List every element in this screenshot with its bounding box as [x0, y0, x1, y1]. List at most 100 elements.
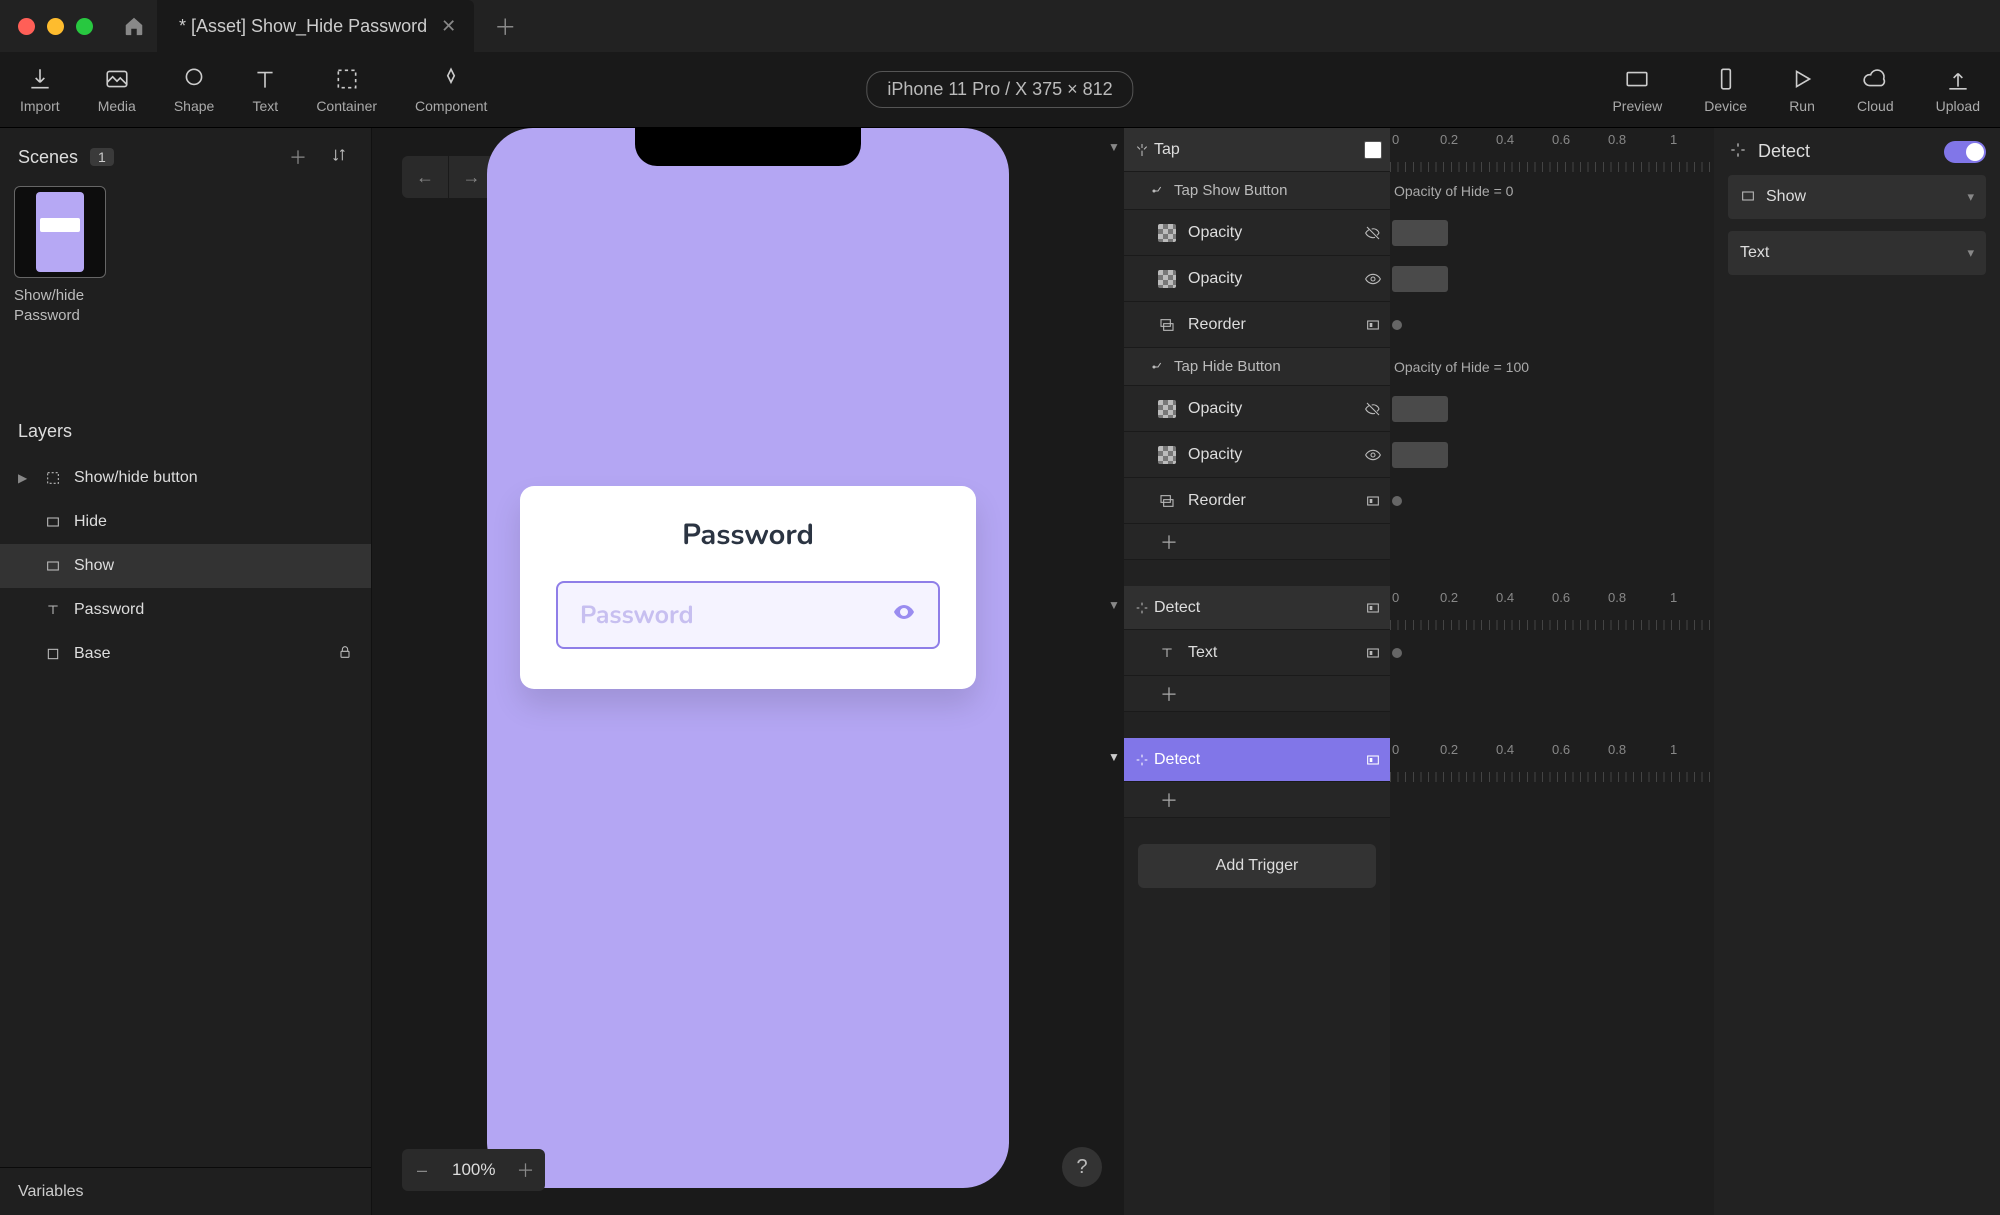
layer-row[interactable]: Hide [0, 500, 371, 544]
shape-button[interactable]: Shape [174, 66, 214, 114]
help-button[interactable]: ? [1062, 1147, 1102, 1187]
zoom-level: 100% [442, 1160, 505, 1180]
add-trigger-button[interactable]: Add Trigger [1138, 844, 1376, 888]
text-button[interactable]: Text [252, 66, 278, 114]
status-text: Opacity of Hide = 100 [1390, 348, 1714, 386]
layer-row[interactable]: Base [0, 632, 371, 676]
target-select[interactable]: Show ▾ [1728, 175, 1986, 219]
track-row[interactable]: Reorder [1124, 302, 1390, 348]
timeline-segment[interactable] [1390, 256, 1714, 302]
zoom-in-button[interactable]: ＋ [505, 1157, 545, 1183]
track-row[interactable]: Opacity [1124, 256, 1390, 302]
timeline-keyframe[interactable] [1390, 478, 1714, 524]
cloud-button[interactable]: Cloud [1857, 66, 1894, 114]
scene-thumb[interactable]: Show/hide Password [14, 186, 110, 325]
layer-target-icon[interactable] [1356, 752, 1390, 768]
variables-header[interactable]: Variables [0, 1167, 371, 1215]
device-button[interactable]: Device [1704, 66, 1747, 114]
detect-icon [1728, 140, 1748, 163]
eye-off-icon[interactable] [1356, 401, 1390, 417]
add-action-button[interactable]: ＋ [1124, 676, 1390, 712]
eye-icon[interactable] [1356, 447, 1390, 463]
color-swatch[interactable] [1364, 141, 1382, 159]
zoom-control: – 100% ＋ [402, 1149, 545, 1191]
layer-row[interactable]: Show [0, 544, 371, 588]
window-close[interactable] [18, 18, 35, 35]
media-button[interactable]: Media [98, 66, 136, 114]
timeline-segment[interactable] [1390, 432, 1714, 478]
track-row[interactable]: Opacity [1124, 432, 1390, 478]
home-button[interactable] [111, 15, 157, 37]
import-button[interactable]: Import [20, 66, 60, 114]
frame-icon [42, 467, 64, 489]
layer-target-icon[interactable] [1356, 600, 1390, 616]
eye-icon[interactable] [892, 600, 916, 630]
lock-icon[interactable] [337, 644, 353, 665]
opacity-icon [1158, 446, 1176, 464]
response-header[interactable]: Tap Hide Button [1124, 348, 1390, 386]
chevron-down-icon: ▾ [1967, 245, 1974, 261]
chevron-down-icon: ▾ [1967, 189, 1974, 205]
add-tab-button[interactable]: ＋ [474, 10, 536, 42]
timeline-keyframe[interactable] [1390, 630, 1714, 676]
enable-toggle[interactable] [1944, 141, 1986, 163]
canvas[interactable]: ← → Password Password [372, 128, 1124, 1215]
add-action-button[interactable]: ＋ [1124, 524, 1390, 560]
opacity-icon [1158, 270, 1176, 288]
track-row[interactable]: Opacity [1124, 386, 1390, 432]
status-text: Opacity of Hide = 0 [1390, 172, 1714, 210]
layer-target-icon[interactable] [1356, 317, 1390, 333]
track-row[interactable]: Reorder [1124, 478, 1390, 524]
password-input[interactable]: Password [556, 581, 940, 649]
device-frame: Password Password [487, 128, 1009, 1215]
track-row[interactable]: Opacity [1124, 210, 1390, 256]
scenes-count: 1 [90, 148, 114, 166]
device-selector[interactable]: iPhone 11 Pro / X 375 × 812 [866, 71, 1133, 108]
collapse-icon[interactable]: ▼ [1108, 598, 1120, 612]
layers-list: ▶ Show/hide button Hide Show Password [0, 456, 371, 1167]
upload-button[interactable]: Upload [1936, 66, 1980, 114]
reorder-icon [1156, 314, 1178, 336]
tap-icon [1130, 142, 1154, 158]
layer-row[interactable]: Password [0, 588, 371, 632]
window-maximize[interactable] [76, 18, 93, 35]
response-header[interactable]: Tap Show Button [1124, 172, 1390, 210]
container-button[interactable]: Container [316, 66, 377, 114]
timeline-segment[interactable] [1390, 386, 1714, 432]
password-card: Password Password [520, 486, 976, 689]
chevron-right-icon[interactable]: ▶ [18, 471, 32, 485]
document-tab[interactable]: * [Asset] Show_Hide Password ✕ [157, 0, 474, 52]
window-minimize[interactable] [47, 18, 64, 35]
layer-target-icon[interactable] [1356, 493, 1390, 509]
layer-row[interactable]: ▶ Show/hide button [0, 456, 371, 500]
close-icon[interactable]: ✕ [441, 16, 456, 37]
trigger-header-detect-selected[interactable]: Detect [1124, 738, 1390, 782]
timeline-keyframe[interactable] [1390, 302, 1714, 348]
trigger-header-tap[interactable]: Tap [1124, 128, 1390, 172]
property-select[interactable]: Text ▾ [1728, 231, 1986, 275]
scenes-header: Scenes 1 ＋ [0, 128, 371, 186]
trigger-header-detect[interactable]: Detect [1124, 586, 1390, 630]
eye-icon[interactable] [1356, 271, 1390, 287]
run-button[interactable]: Run [1789, 66, 1815, 114]
timeline-segment[interactable] [1390, 210, 1714, 256]
layer-target-icon[interactable] [1356, 645, 1390, 661]
card-title: Password [556, 516, 940, 555]
collapse-icon[interactable]: ▼ [1108, 750, 1120, 764]
zoom-out-button[interactable]: – [402, 1160, 442, 1181]
back-button[interactable]: ← [402, 156, 448, 198]
rect-icon [42, 555, 64, 577]
rect-icon [42, 511, 64, 533]
track-row[interactable]: Text [1124, 630, 1390, 676]
add-action-button[interactable]: ＋ [1124, 782, 1390, 818]
add-scene-button[interactable]: ＋ [283, 142, 313, 172]
sort-scenes-button[interactable] [325, 145, 353, 170]
triggers-panel: ▼ Tap Tap Show Button Opacity [1124, 128, 1390, 1215]
collapse-icon[interactable]: ▼ [1108, 140, 1120, 154]
placeholder-text: Password [580, 598, 892, 632]
eye-off-icon[interactable] [1356, 225, 1390, 241]
component-button[interactable]: Component [415, 66, 487, 114]
opacity-icon [1158, 224, 1176, 242]
preview-button[interactable]: Preview [1612, 66, 1662, 114]
text-icon [42, 599, 64, 621]
